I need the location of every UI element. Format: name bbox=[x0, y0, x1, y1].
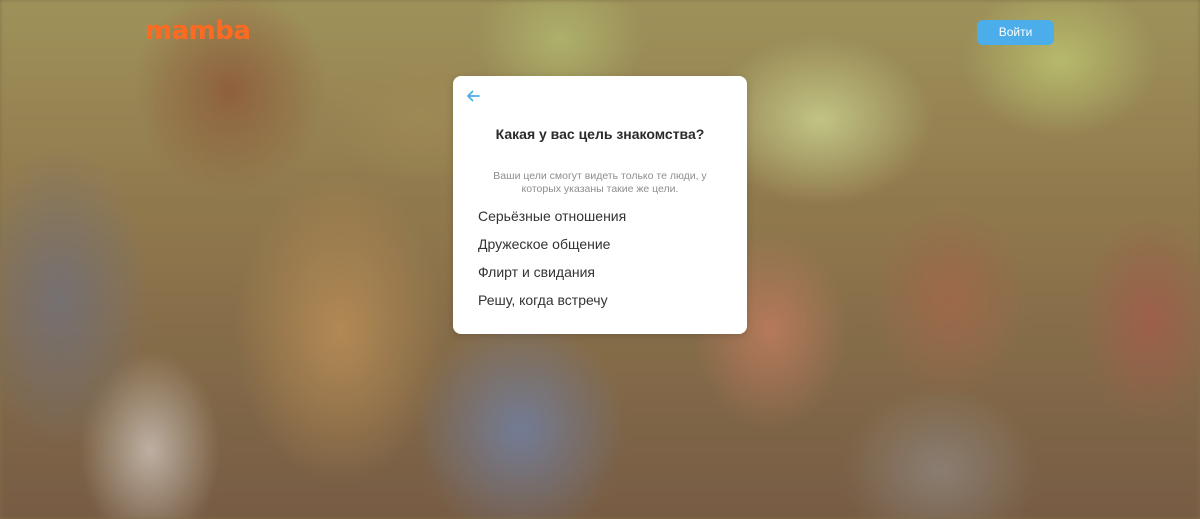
arrow-left-icon[interactable] bbox=[465, 88, 481, 104]
page: mamba Войти Какая у вас цель знакомства?… bbox=[0, 0, 1200, 519]
goal-option-decide-later[interactable]: Решу, когда встречу bbox=[478, 288, 626, 316]
modal-subtitle: Ваши цели смогут видеть только те люди, … bbox=[493, 170, 707, 195]
mamba-logo[interactable]: mamba bbox=[145, 16, 251, 46]
goal-option-flirt[interactable]: Флирт и свидания bbox=[478, 260, 626, 288]
dating-goal-modal: Какая у вас цель знакомства? Ваши цели с… bbox=[453, 76, 747, 334]
login-button[interactable]: Войти bbox=[977, 20, 1054, 45]
goal-options-list: Серьёзные отношения Дружеское общение Фл… bbox=[478, 204, 626, 316]
goal-option-friendly[interactable]: Дружеское общение bbox=[478, 232, 626, 260]
goal-option-serious[interactable]: Серьёзные отношения bbox=[478, 204, 626, 232]
modal-title: Какая у вас цель знакомства? bbox=[495, 126, 705, 142]
